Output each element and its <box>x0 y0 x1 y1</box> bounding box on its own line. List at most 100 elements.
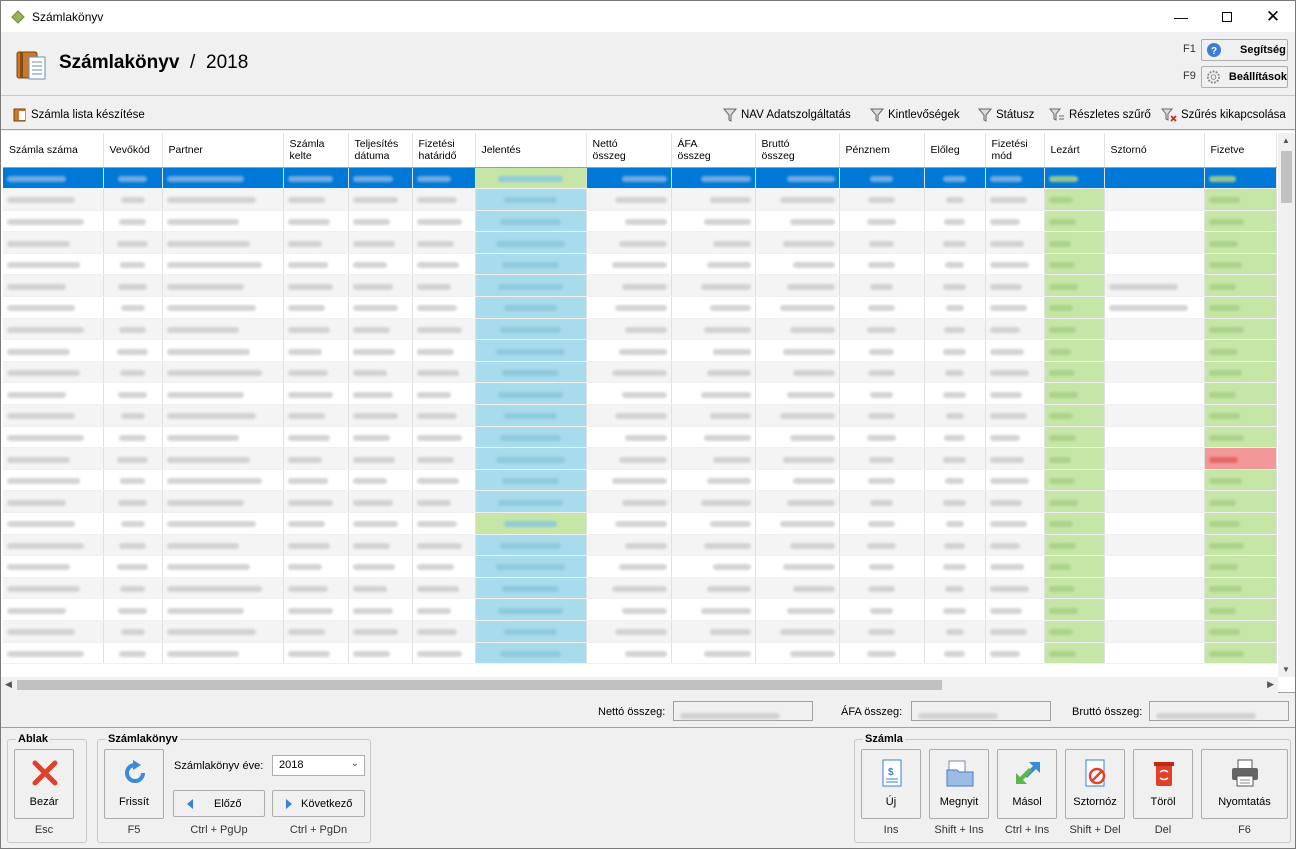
table-cell <box>671 512 756 535</box>
table-cell <box>3 361 104 384</box>
filter-icon <box>723 108 737 122</box>
table-cell <box>103 534 163 557</box>
detailed-filter-button[interactable]: Részletes szűrő <box>1049 107 1151 123</box>
table-row[interactable] <box>3 339 1277 362</box>
table-cell <box>985 382 1045 406</box>
column-header[interactable]: Teljesítés dátuma <box>348 133 413 168</box>
column-header[interactable]: Vevőkód <box>103 133 163 168</box>
column-header[interactable]: Pénznem <box>839 133 925 168</box>
column-header[interactable]: Fizetési mód <box>985 133 1045 168</box>
table-row[interactable] <box>3 188 1277 211</box>
help-button[interactable]: ? Segítség <box>1201 39 1288 61</box>
table-row[interactable] <box>3 577 1277 600</box>
refresh-shortcut: F5 <box>127 824 141 836</box>
table-row[interactable] <box>3 296 1277 319</box>
table-cell <box>1104 382 1205 406</box>
table-row[interactable] <box>3 361 1277 384</box>
svg-text:$: $ <box>888 767 894 778</box>
table-row[interactable] <box>3 210 1277 233</box>
previous-button[interactable]: Előző <box>173 790 265 817</box>
print-invoice-button[interactable]: Nyomtatás <box>1201 749 1288 819</box>
table-cell <box>103 598 163 621</box>
column-header[interactable]: Nettó összeg <box>586 133 672 168</box>
table-row[interactable] <box>3 490 1277 513</box>
column-header[interactable]: Számla száma <box>3 133 104 168</box>
settings-button[interactable]: Beállítások <box>1201 66 1288 88</box>
receivables-button[interactable]: Kintlevőségek <box>870 107 960 123</box>
nav-report-button[interactable]: NAV Adatszolgáltatás <box>723 107 851 123</box>
column-header[interactable]: Bruttó összeg <box>755 133 840 168</box>
column-header[interactable]: Lezárt <box>1044 133 1105 168</box>
table-row[interactable] <box>3 598 1277 621</box>
table-cell <box>3 490 104 513</box>
table-cell <box>3 620 104 643</box>
totals-bar: Nettó összeg: ÁFA összeg: Bruttó összeg: <box>1 694 1295 728</box>
close-button[interactable]: Bezár <box>14 749 74 819</box>
table-cell <box>283 210 349 233</box>
minimize-button[interactable]: — <box>1158 1 1204 32</box>
table-cell <box>348 231 413 254</box>
refresh-button[interactable]: Frissít <box>104 749 164 819</box>
table-cell <box>103 447 163 470</box>
column-header[interactable]: Jelentés <box>475 133 587 168</box>
delete-invoice-button[interactable]: Töröl <box>1133 749 1193 819</box>
column-header[interactable]: ÁFA összeg <box>671 133 756 168</box>
table-row[interactable] <box>3 231 1277 254</box>
filter-off-button[interactable]: Szűrés kikapcsolása <box>1161 107 1286 123</box>
table-row[interactable] <box>3 318 1277 341</box>
horizontal-scrollbar[interactable]: ◀ ▶ <box>1 677 1278 693</box>
maximize-button[interactable] <box>1204 1 1250 32</box>
table-row[interactable] <box>3 512 1277 535</box>
table-row[interactable] <box>3 426 1277 449</box>
table-cell <box>162 361 284 384</box>
table-row[interactable] <box>3 534 1277 557</box>
horizontal-scroll-thumb[interactable] <box>17 680 942 690</box>
table-row[interactable] <box>3 253 1277 276</box>
table-cell <box>412 188 476 211</box>
table-cell <box>103 274 163 298</box>
new-invoice-button[interactable]: $ Új <box>861 749 921 819</box>
table-row[interactable] <box>3 167 1277 190</box>
table-row[interactable] <box>3 469 1277 492</box>
close-window-button[interactable]: ✕ <box>1250 1 1296 32</box>
column-header[interactable]: Partner <box>162 133 284 168</box>
table-cell <box>283 339 349 362</box>
table-cell <box>475 167 587 190</box>
status-filter-button[interactable]: Státusz <box>978 107 1034 123</box>
table-cell <box>103 253 163 276</box>
column-header[interactable]: Előleg <box>924 133 986 168</box>
previous-shortcut: Ctrl + PgUp <box>190 824 248 836</box>
table-row[interactable] <box>3 620 1277 643</box>
column-header[interactable]: Fizetési határidő <box>412 133 476 168</box>
table-cell <box>1044 382 1105 406</box>
open-invoice-button[interactable]: Megnyit <box>929 749 989 819</box>
next-button[interactable]: Következő <box>272 790 365 817</box>
vertical-scrollbar[interactable]: ▲ ▼ <box>1278 133 1295 677</box>
table-cell <box>755 642 840 665</box>
storno-document-icon <box>1085 759 1106 787</box>
table-cell <box>985 598 1045 621</box>
create-list-button[interactable]: Számla lista készítése <box>13 107 145 123</box>
table-cell <box>586 620 672 643</box>
table-cell <box>162 512 284 535</box>
table-row[interactable] <box>3 447 1277 470</box>
table-cell <box>348 598 413 621</box>
table-row[interactable] <box>3 274 1277 298</box>
table-cell <box>671 426 756 449</box>
column-header[interactable]: Sztornó <box>1104 133 1205 168</box>
table-row[interactable] <box>3 642 1277 665</box>
copy-invoice-label: Másol <box>1012 796 1042 808</box>
table-cell <box>985 296 1045 319</box>
table-row[interactable] <box>3 404 1277 427</box>
table-cell <box>162 210 284 233</box>
storno-invoice-button[interactable]: Sztornóz <box>1065 749 1125 819</box>
table-row[interactable] <box>3 555 1277 578</box>
year-select[interactable]: 2018 ⌄ <box>272 755 365 776</box>
table-row[interactable] <box>3 382 1277 406</box>
filter-off-label: Szűrés kikapcsolása <box>1181 109 1286 121</box>
column-header[interactable]: Fizetve <box>1204 133 1277 168</box>
copy-invoice-button[interactable]: Másol <box>997 749 1057 819</box>
vertical-scroll-thumb[interactable] <box>1281 151 1292 203</box>
column-header[interactable]: Számla kelte <box>283 133 349 168</box>
help-shortcut: F1 <box>1183 43 1196 55</box>
